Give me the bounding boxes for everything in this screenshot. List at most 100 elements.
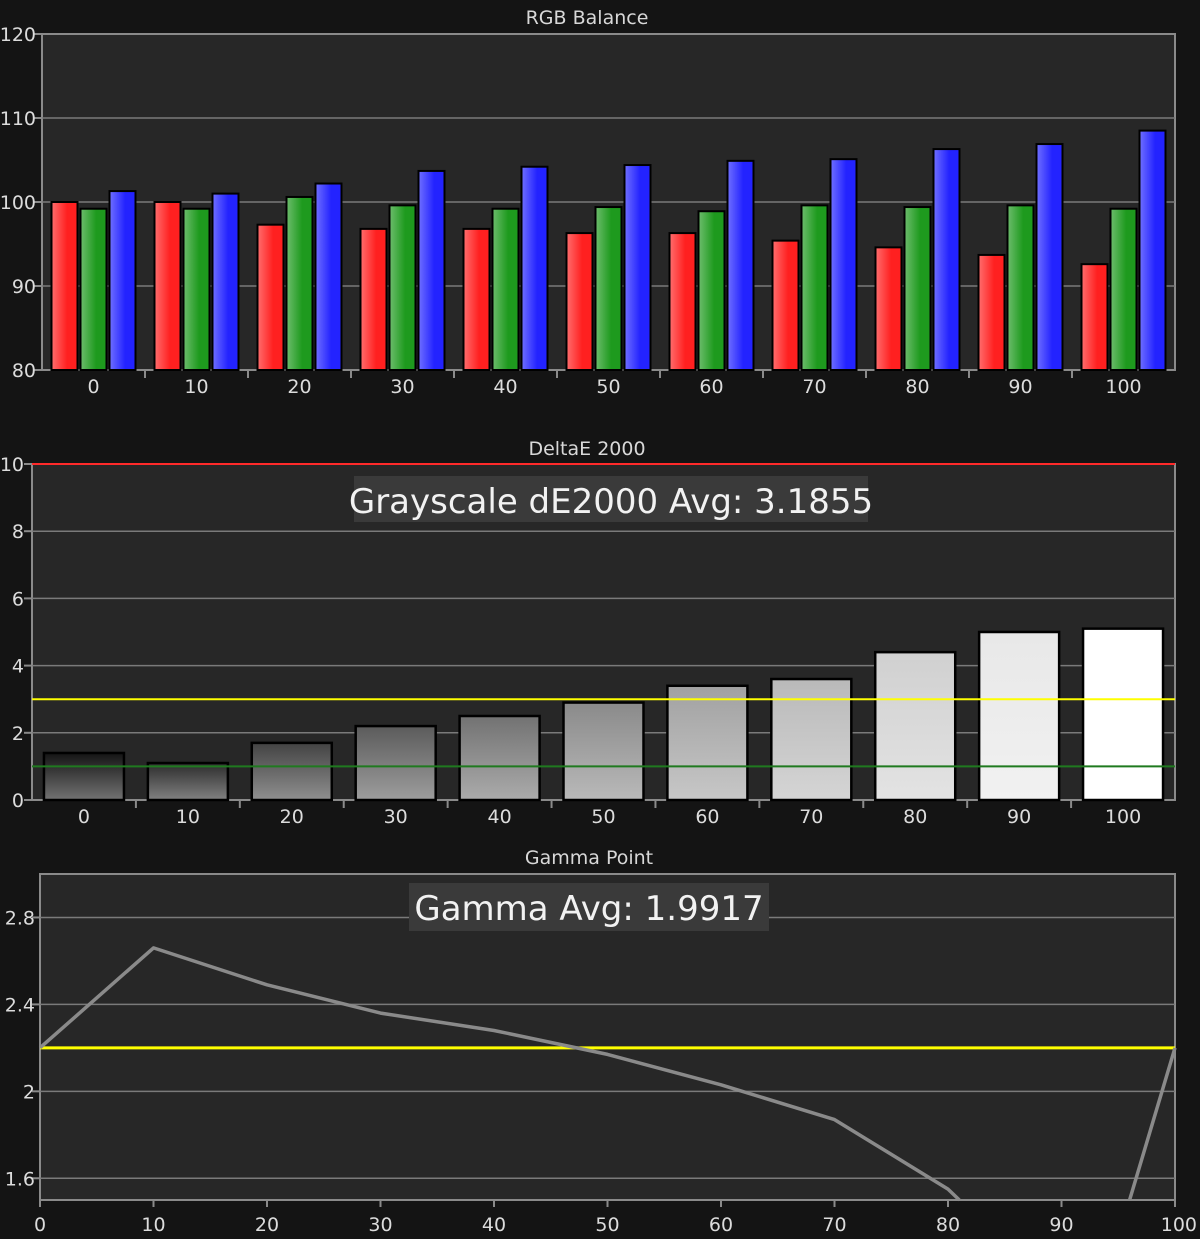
rgb-bar-red: [1080, 263, 1109, 371]
rgb-bar-green: [1006, 204, 1035, 371]
deltae-bar: [146, 761, 230, 802]
rgb-bar-green: [285, 195, 314, 371]
rgb-bar-red: [359, 227, 388, 371]
rgb-y-tick-label: 80: [12, 360, 36, 382]
gamma-x-tick-label: 20: [255, 1214, 279, 1236]
deltae-x-tick-label: 0: [78, 806, 90, 828]
gamma-y-tick-label: 2.8: [5, 907, 35, 929]
rgb-bar-red: [874, 246, 903, 371]
rgb-bar-green: [697, 210, 726, 371]
deltae-x-tick-label: 70: [799, 806, 823, 828]
rgb-bar-blue: [623, 164, 652, 371]
gamma-y-tick-label: 2.4: [5, 994, 35, 1016]
rgb-bar-red: [977, 253, 1006, 371]
rgb-bar-green: [800, 204, 829, 371]
gamma-x-tick-label: 90: [1049, 1214, 1073, 1236]
gamma-annotation: Gamma Avg: 1.9917: [414, 889, 763, 929]
deltae-y-tick-label: 0: [12, 790, 24, 812]
gamma-x-tick-label: 50: [595, 1214, 619, 1236]
rgb-bar-blue: [314, 182, 343, 371]
rgb-bar-red: [50, 201, 79, 371]
rgb-bar-red: [565, 232, 594, 371]
deltae-chart-title: DeltaE 2000: [528, 438, 645, 460]
rgb-bar-blue: [1035, 143, 1064, 371]
deltae-x-tick-label: 60: [695, 806, 719, 828]
deltae-x-tick-label: 10: [176, 806, 200, 828]
deltae-x-tick-label: 50: [591, 806, 615, 828]
gamma-x-tick-label: 60: [709, 1214, 733, 1236]
rgb-x-tick-label: 100: [1105, 376, 1141, 398]
rgb-bar-green: [594, 206, 623, 371]
deltae-x-tick-label: 90: [1007, 806, 1031, 828]
rgb-x-tick-label: 80: [905, 376, 929, 398]
rgb-bar-blue: [108, 190, 137, 371]
rgb-bar-red: [153, 201, 182, 371]
gamma-x-tick-label: 100: [1161, 1214, 1197, 1236]
rgb-bar-red: [771, 239, 800, 371]
deltae-x-tick-label: 30: [384, 806, 408, 828]
calibration-report: RGB Balance 80901001101200 10 20 30 40 50 60 70…: [0, 0, 1200, 1239]
rgb-bar-blue: [932, 148, 961, 371]
rgb-bar-blue: [829, 158, 858, 371]
rgb-x-tick-label: 30: [390, 376, 414, 398]
gamma-x-tick-label: 10: [141, 1214, 165, 1236]
deltae-y-tick-label: 6: [12, 588, 24, 610]
rgb-y-tick-label: 120: [0, 24, 36, 46]
rgb-x-tick-label: 90: [1008, 376, 1032, 398]
rgb-bar-green: [388, 204, 417, 371]
rgb-y-tick-label: 90: [12, 276, 36, 298]
deltae-x-tick-label: 20: [280, 806, 304, 828]
deltae-bar: [666, 684, 749, 802]
gamma-chart: Gamma Point 1.6 2 2.4 2.8 0 10 20 30 40 50 60 70 80 9…: [5, 847, 1197, 1236]
deltae-bar: [1081, 627, 1165, 802]
rgb-x-tick-label: 70: [802, 376, 826, 398]
deltae-bar: [562, 701, 645, 802]
gamma-x-tick-label: 70: [822, 1214, 846, 1236]
rgb-x-tick-label: 60: [699, 376, 723, 398]
rgb-x-tick-label: 40: [493, 376, 517, 398]
deltae-y-tick-label: 4: [12, 656, 24, 678]
deltae-annotation: Grayscale dE2000 Avg: 3.1855: [349, 482, 873, 522]
gamma-x-tick-label: 80: [936, 1214, 960, 1236]
rgb-bar-red: [462, 227, 491, 371]
rgb-x-tick-label: 0: [87, 376, 99, 398]
rgb-bar-blue: [726, 159, 755, 371]
rgb-x-tick-label: 10: [184, 376, 208, 398]
deltae-bar: [770, 677, 853, 802]
rgb-bar-blue: [211, 192, 240, 371]
rgb-y-tick-label: 100: [0, 192, 36, 214]
gamma-x-tick-label: 40: [482, 1214, 506, 1236]
rgb-bar-green: [1109, 207, 1138, 371]
rgb-bar-green: [903, 206, 932, 371]
deltae-bar: [250, 741, 334, 802]
gamma-y-tick-label: 1.6: [5, 1168, 35, 1190]
rgb-bar-blue: [1138, 129, 1167, 371]
rgb-y-tick-label: 110: [0, 108, 36, 130]
gamma-x-tick-label: 30: [368, 1214, 392, 1236]
rgb-chart-title: RGB Balance: [526, 7, 649, 29]
deltae-bar: [977, 630, 1061, 802]
deltae-x-tick-label: 100: [1105, 806, 1141, 828]
deltae-y-tick-label: 2: [12, 723, 24, 745]
rgb-balance-chart: RGB Balance 80 90 100 110 120 0 10 20 30 40 50 60 70…: [0, 7, 1176, 398]
deltae-bar: [873, 650, 957, 802]
deltae-y-tick-label: 10: [0, 454, 24, 476]
deltae-y-tick-label: 8: [12, 521, 24, 543]
rgb-bar-blue: [417, 169, 446, 371]
gamma-x-tick-label: 0: [34, 1214, 46, 1236]
rgb-x-tick-label: 50: [596, 376, 620, 398]
deltae-x-tick-label: 80: [903, 806, 927, 828]
gamma-chart-title: Gamma Point: [525, 847, 653, 869]
rgb-bar-green: [491, 207, 520, 371]
rgb-bar-green: [182, 207, 211, 371]
rgb-bar-blue: [520, 165, 549, 371]
deltae-bar: [42, 751, 126, 802]
deltae-x-tick-label: 40: [487, 806, 511, 828]
deltae-bar: [458, 714, 541, 802]
rgb-x-tick-label: 20: [287, 376, 311, 398]
deltae-chart: DeltaE 2000 02468100 10 20 30 40 50 60 70 80 90 10…: [0, 438, 1176, 828]
deltae-bar: [354, 724, 437, 802]
rgb-bar-red: [256, 223, 285, 371]
rgb-bar-red: [668, 232, 697, 371]
gamma-y-tick-label: 2: [23, 1081, 35, 1103]
